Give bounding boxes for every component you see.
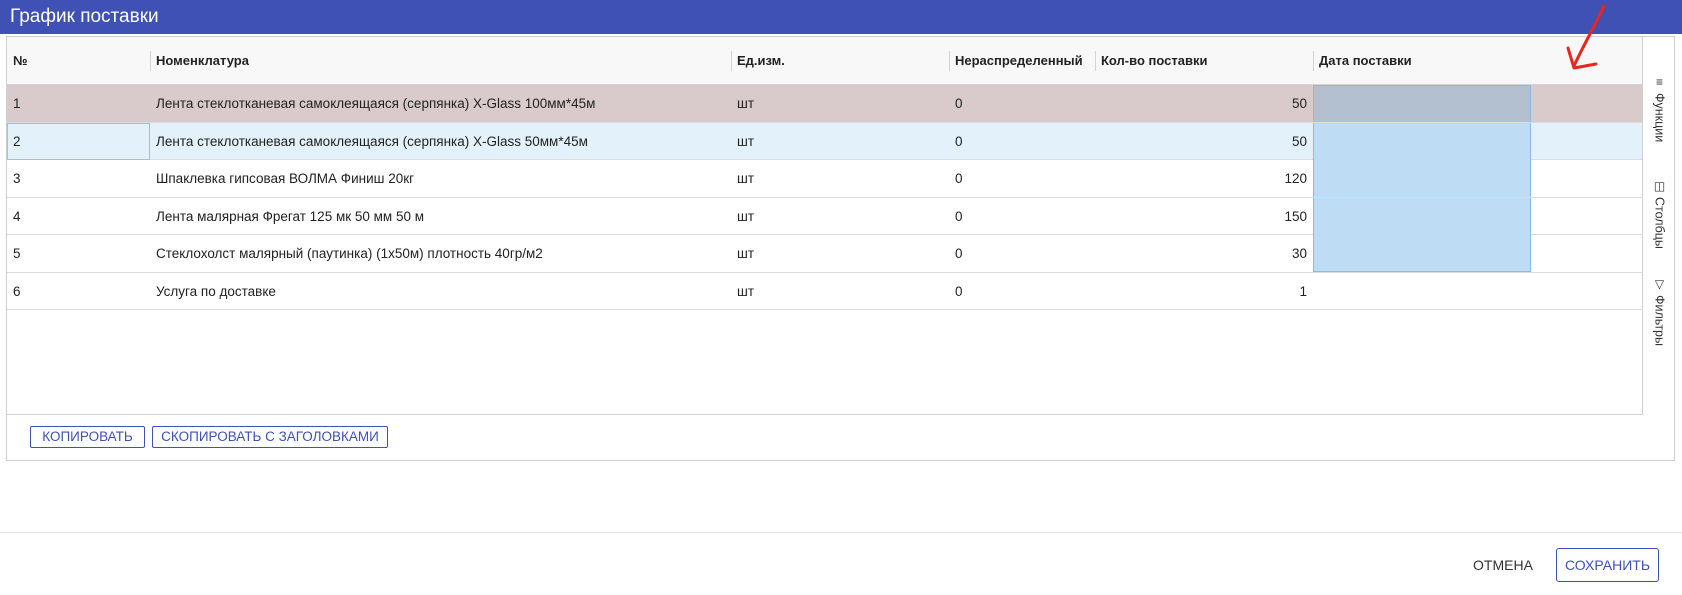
table-row[interactable]: 1 Лента стеклотканевая самоклеящаяся (се… [7,85,1642,123]
cell-nomenclature[interactable]: Шпаклевка гипсовая ВОЛМА Финиш 20кг [150,160,731,197]
cell-delivery-date[interactable] [1313,85,1531,122]
cell-unallocated[interactable]: 0 [949,198,1095,235]
cell-number[interactable]: 5 [7,235,150,272]
cell-nomenclature[interactable]: Лента малярная Фрегат 125 мк 50 мм 50 м [150,198,731,235]
copy-with-headers-button[interactable]: СКОПИРОВАТЬ С ЗАГОЛОВКАМИ [152,426,388,448]
grid-side-panel: ≡ Функции ◫ Столбцы ▽ Фильтры [1643,37,1676,415]
cell-delivery-date[interactable] [1313,160,1531,197]
sidebar-item-functions[interactable]: ≡ Функции [1643,75,1676,142]
table-row[interactable]: 6 Услуга по доставке шт 0 1 [7,273,1642,310]
grid-button-bar: КОПИРОВАТЬ СКОПИРОВАТЬ С ЗАГОЛОВКАМИ [7,415,1674,461]
cell-unit[interactable]: шт [731,85,949,122]
col-header-unallocated[interactable]: Нераспределенный [949,37,1095,85]
sidebar-item-columns[interactable]: ◫ Столбцы [1643,179,1676,249]
columns-icon: ◫ [1653,179,1666,193]
cell-unit[interactable]: шт [731,198,949,235]
table-row[interactable]: 5 Стеклохолст малярный (паутинка) (1х50м… [7,235,1642,273]
menu-icon: ≡ [1655,75,1663,89]
cell-unit[interactable]: шт [731,235,949,272]
cell-quantity[interactable]: 50 [1095,123,1313,160]
cell-delivery-date[interactable] [1313,273,1531,310]
cell-delivery-date[interactable] [1313,197,1531,235]
cell-unallocated[interactable]: 0 [949,160,1095,197]
cell-unallocated[interactable]: 0 [949,235,1095,272]
table-row[interactable]: 3 Шпаклевка гипсовая ВОЛМА Финиш 20кг шт… [7,160,1642,198]
cell-unit[interactable]: шт [731,273,949,310]
cell-number[interactable]: 4 [7,198,150,235]
cell-number[interactable]: 3 [7,160,150,197]
focused-cell-outline [7,122,150,160]
red-arrow-annotation [1566,4,1606,70]
cell-nomenclature[interactable]: Лента стеклотканевая самоклеящаяся (серп… [150,123,731,160]
cell-quantity[interactable]: 30 [1095,235,1313,272]
dialog-title: График поставки [0,0,1682,34]
col-header-unit[interactable]: Ед.изм. [731,37,949,85]
footer-divider [0,532,1682,533]
cell-quantity[interactable]: 1 [1095,273,1313,310]
cell-nomenclature[interactable]: Стеклохолст малярный (паутинка) (1х50м) … [150,235,731,272]
cell-unallocated[interactable]: 0 [949,273,1095,310]
delivery-grid: № Номенклатура Ед.изм. Нераспределенный … [7,37,1643,415]
cell-nomenclature[interactable]: Услуга по доставке [150,273,731,310]
cell-quantity[interactable]: 120 [1095,160,1313,197]
cell-nomenclature[interactable]: Лента стеклотканевая самоклеящаяся (серп… [150,85,731,122]
col-header-delivery-date[interactable]: Дата поставки [1313,37,1531,85]
cell-unallocated[interactable]: 0 [949,123,1095,160]
table-row[interactable]: 2 Лента стеклотканевая самоклеящаяся (се… [7,122,1642,160]
copy-button[interactable]: КОПИРОВАТЬ [30,426,145,448]
col-header-number[interactable]: № [7,37,150,85]
cell-unit[interactable]: шт [731,123,949,160]
col-header-quantity[interactable]: Кол-во поставки [1095,37,1313,85]
table-row[interactable]: 4 Лента малярная Фрегат 125 мк 50 мм 50 … [7,197,1642,235]
cell-number[interactable]: 6 [7,273,150,310]
cell-delivery-date[interactable] [1313,122,1531,160]
cell-quantity[interactable]: 50 [1095,85,1313,122]
save-button[interactable]: СОХРАНИТЬ [1556,548,1659,582]
filter-icon: ▽ [1654,277,1665,291]
sidebar-item-filters[interactable]: ▽ Фильтры [1643,277,1676,346]
cell-number[interactable]: 1 [7,85,150,122]
col-header-nomenclature[interactable]: Номенклатура [150,37,731,85]
cell-quantity[interactable]: 150 [1095,198,1313,235]
cell-delivery-date[interactable] [1313,235,1531,272]
delivery-grid-panel: № Номенклатура Ед.изм. Нераспределенный … [6,36,1675,461]
cell-unallocated[interactable]: 0 [949,85,1095,122]
cancel-button[interactable]: ОТМЕНА [1468,548,1538,582]
cell-unit[interactable]: шт [731,160,949,197]
grid-header: № Номенклатура Ед.изм. Нераспределенный … [7,37,1642,85]
